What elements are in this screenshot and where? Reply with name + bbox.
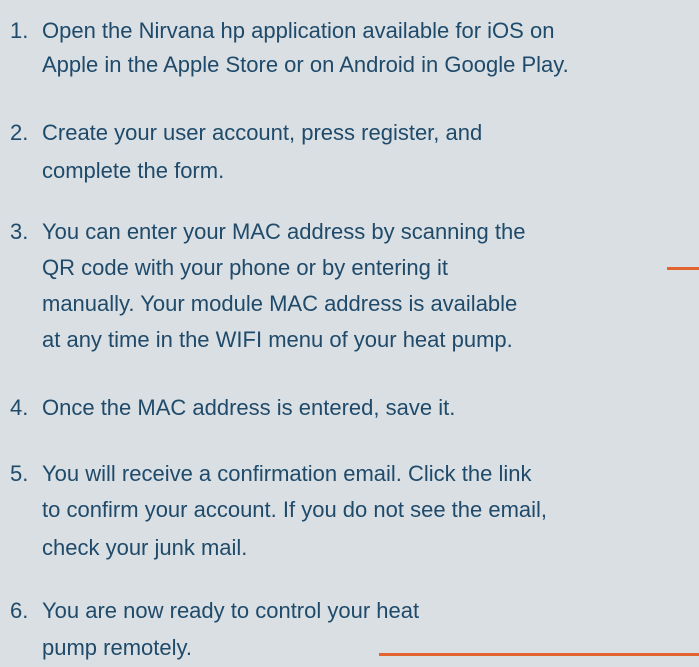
step-number: 2.	[10, 120, 29, 145]
step-text-line: to confirm your account. If you do not s…	[42, 497, 548, 522]
step-text-line: You will receive a confirmation email. C…	[42, 461, 532, 486]
step-text-line: Apple in the Apple Store or on Android i…	[42, 52, 569, 77]
accent-rule-lower	[379, 653, 699, 656]
step-number: 1.	[10, 18, 29, 43]
step-text-line: at any time in the WIFI menu of your hea…	[42, 327, 513, 352]
accent-rule-upper	[667, 267, 699, 270]
step-text-line: You can enter your MAC address by scanni…	[42, 219, 526, 244]
step-text-line: pump remotely.	[42, 635, 192, 660]
step-number: 4.	[10, 395, 29, 420]
step-text-line: You are now ready to control your heat	[42, 598, 420, 623]
step-text-line: complete the form.	[42, 158, 225, 183]
step-text-line: check your junk mail.	[42, 535, 248, 560]
step-text-line: Create your user account, press register…	[42, 120, 483, 145]
step-number: 5.	[10, 461, 29, 486]
step-text-line: Open the Nirvana hp application availabl…	[42, 18, 555, 43]
step-text-line: QR code with your phone or by entering i…	[42, 255, 449, 280]
step-number: 6.	[10, 598, 29, 623]
step-text-line: manually. Your module MAC address is ava…	[42, 291, 518, 316]
step-text-line: Once the MAC address is entered, save it…	[42, 395, 456, 420]
instruction-steps: 1. Open the Nirvana hp application avail…	[0, 0, 699, 667]
step-number: 3.	[10, 219, 29, 244]
